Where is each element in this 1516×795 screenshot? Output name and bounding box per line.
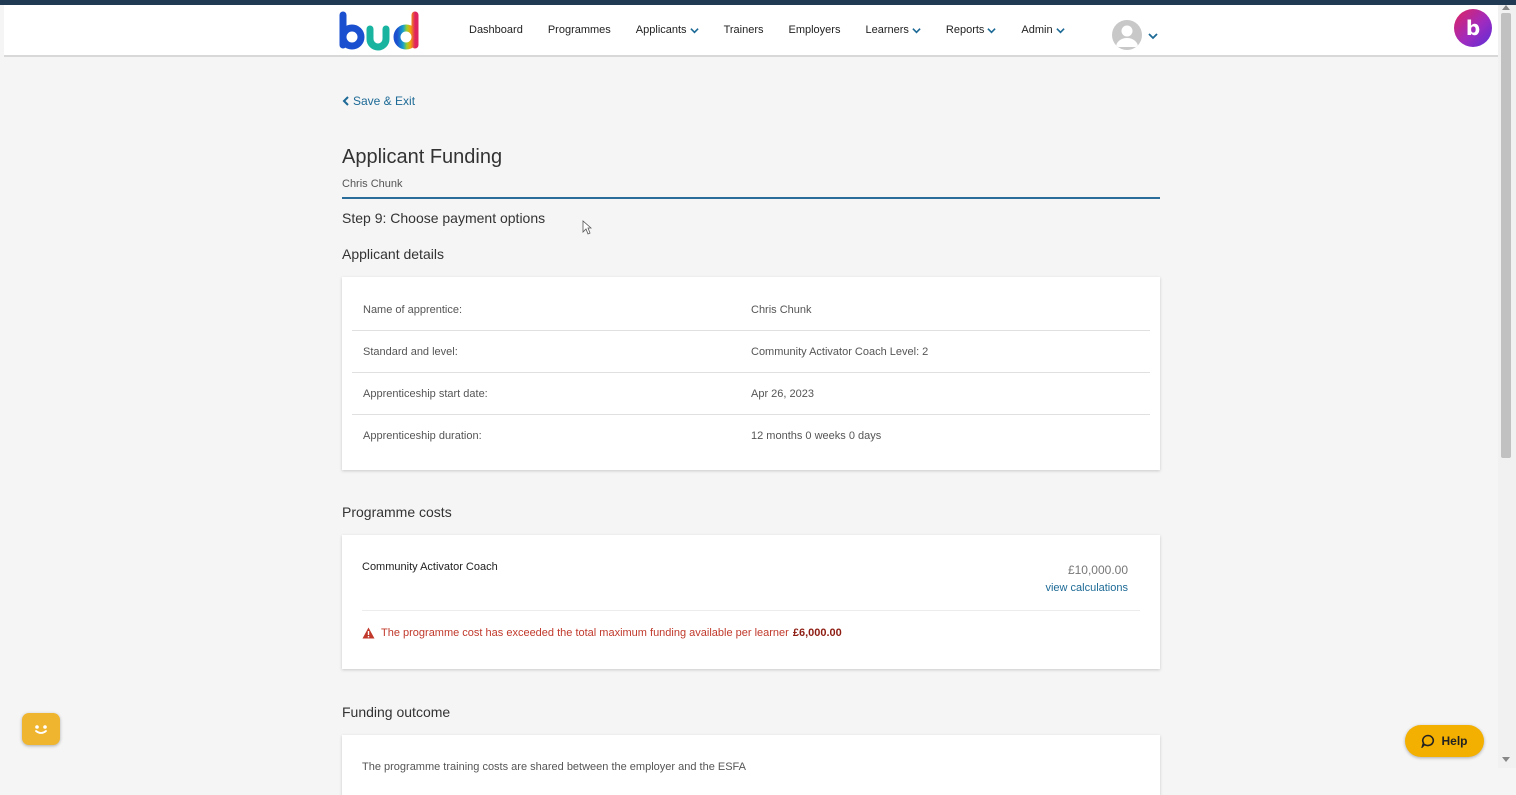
applicant-name: Chris Chunk [342, 178, 403, 190]
view-calculations-link[interactable]: view calculations [1045, 582, 1128, 594]
chat-bubble-icon [1421, 734, 1435, 748]
warning-amount: £6,000.00 [792, 627, 842, 639]
cost-divider [362, 610, 1140, 611]
applicant-details-heading: Applicant details [342, 246, 444, 262]
chat-bot-widget[interactable] [22, 713, 60, 745]
programme-costs-card: Community Activator Coach £10,000.00 vie… [342, 535, 1160, 669]
warning-text: The programme cost has exceeded the tota… [381, 627, 789, 639]
page-title: Applicant Funding [342, 146, 503, 168]
detail-row: Standard and level: Community Activator … [352, 331, 1150, 373]
programme-cost-amount: £10,000.00 [1067, 563, 1128, 577]
detail-value: Community Activator Coach Level: 2 [751, 345, 929, 358]
programme-costs-heading: Programme costs [342, 504, 452, 520]
help-button[interactable]: Help [1405, 725, 1484, 757]
save-exit-link[interactable]: Save & Exit [342, 94, 415, 108]
nav-applicants[interactable]: Applicants [636, 24, 699, 36]
nav-reports[interactable]: Reports [946, 24, 997, 36]
brand-app-icon[interactable]: b [1454, 9, 1492, 47]
chevron-down-icon [1055, 27, 1065, 33]
nav-label: Programmes [547, 24, 611, 36]
nav-dashboard[interactable]: Dashboard [469, 24, 523, 36]
nav-learners[interactable]: Learners [865, 24, 921, 36]
nav-admin[interactable]: Admin [1021, 24, 1065, 36]
nav-trainers[interactable]: Trainers [724, 24, 764, 36]
detail-label: Standard and level: [363, 345, 458, 358]
funding-outcome-heading: Funding outcome [342, 704, 451, 720]
nav-label: Dashboard [469, 24, 523, 36]
detail-label: Name of apprentice: [363, 303, 463, 316]
save-exit-label: Save & Exit [353, 94, 416, 108]
nav-programmes[interactable]: Programmes [548, 24, 611, 36]
scroll-thumb[interactable] [1501, 13, 1511, 458]
user-menu-chevron-icon[interactable] [1148, 31, 1158, 41]
user-icon [1116, 25, 1138, 47]
nav-label: Trainers [723, 24, 764, 36]
brand-letter: b [1465, 16, 1481, 40]
step-heading: Step 9: Choose payment options [342, 210, 546, 226]
top-navbar: Dashboard Programmes Applicants Trainers… [4, 5, 1498, 57]
nav-label: Learners [865, 24, 909, 36]
funding-outcome-text: The programme training costs are shared … [362, 761, 746, 773]
chevron-down-icon [912, 27, 921, 33]
detail-value: Chris Chunk [751, 303, 812, 316]
programme-name: Community Activator Coach [362, 561, 498, 573]
page-scrollbar[interactable] [1498, 5, 1516, 768]
funding-outcome-card: The programme training costs are shared … [342, 735, 1160, 795]
title-divider [342, 197, 1160, 199]
nav-label: Reports [945, 24, 985, 36]
user-avatar[interactable] [1112, 20, 1142, 50]
smiley-bot-icon [35, 725, 47, 734]
scroll-down-arrow-icon[interactable] [1502, 757, 1510, 762]
detail-value: Apr 26, 2023 [751, 387, 814, 400]
detail-label: Apprenticeship start date: [363, 387, 488, 400]
main-nav: Dashboard Programmes Applicants Trainers… [457, 5, 1078, 55]
detail-row: Name of apprentice: Chris Chunk [352, 289, 1150, 331]
help-label: Help [1441, 734, 1468, 748]
nav-label: Employers [788, 24, 841, 36]
nav-label: Applicants [635, 24, 687, 36]
bud-logo[interactable] [337, 11, 423, 53]
chevron-down-icon [987, 27, 997, 33]
chevron-left-icon [342, 96, 349, 106]
warning-triangle-icon [362, 627, 375, 639]
nav-employers[interactable]: Employers [789, 24, 841, 36]
detail-row: Apprenticeship start date: Apr 26, 2023 [352, 373, 1150, 415]
applicant-details-card: Name of apprentice: Chris Chunk Standard… [342, 277, 1160, 470]
chevron-down-icon [689, 27, 699, 33]
detail-label: Apprenticeship duration: [363, 430, 482, 442]
mouse-cursor-icon [582, 220, 592, 235]
nav-label: Admin [1021, 24, 1053, 36]
funding-warning: The programme cost has exceeded the tota… [362, 627, 842, 639]
detail-row: Apprenticeship duration: 12 months 0 wee… [352, 415, 1150, 457]
detail-value: 12 months 0 weeks 0 days [751, 430, 882, 442]
scroll-up-arrow-icon[interactable] [1502, 5, 1510, 10]
